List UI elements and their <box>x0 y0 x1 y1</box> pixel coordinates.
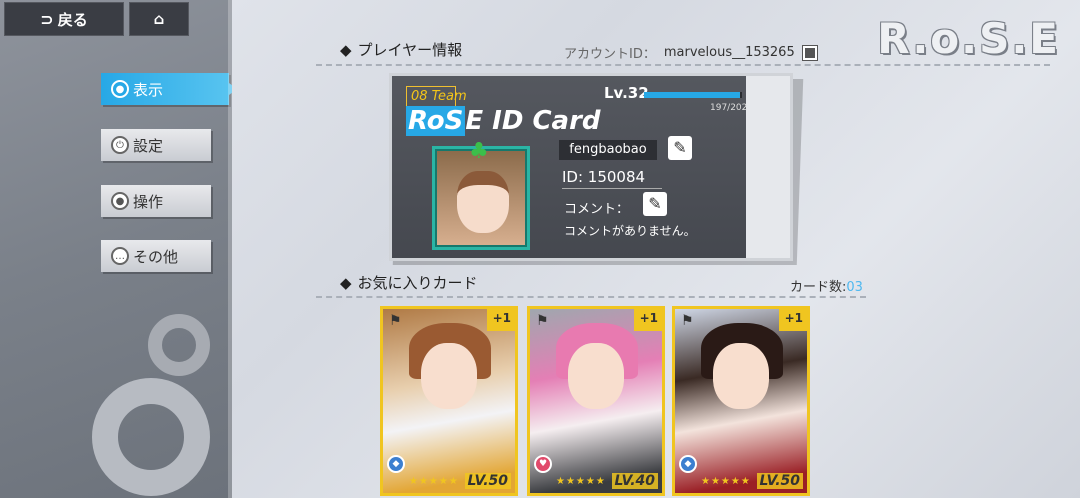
user-circle-icon: ● <box>111 80 129 98</box>
account-id-row: アカウントID： marvelous__153265 <box>564 43 818 62</box>
team-badge: 08 Team <box>406 86 467 108</box>
card-count: カード数:03 <box>790 276 863 295</box>
divider <box>316 64 1050 66</box>
left-panel: ⊃ 戻る ⌂ ● 表示 ⏻ 設定 ● 操作 … その他 <box>0 0 232 498</box>
comment-label: コメント： <box>564 202 630 217</box>
card-plus: +1 <box>487 309 515 331</box>
level-label: Lv.32 <box>604 84 649 102</box>
avatar-portrait <box>457 171 509 233</box>
sidebar-item-controls[interactable]: ● 操作 <box>101 185 211 217</box>
player-name: fengbaobao <box>559 140 657 160</box>
card-count-value: 03 <box>846 280 863 295</box>
comment-text: コメントがありません。 <box>564 224 696 238</box>
card-title-rest: E ID Card <box>465 106 601 136</box>
sidebar-item-other[interactable]: … その他 <box>101 240 211 272</box>
clover-icon: ♣ <box>469 139 489 164</box>
element-icon: ◆ <box>679 455 697 473</box>
home-icon: ⌂ <box>153 10 165 28</box>
exp-bar <box>644 92 742 98</box>
back-button[interactable]: ⊃ 戻る <box>4 2 124 36</box>
element-icon: ◆ <box>387 455 405 473</box>
section-title: お気に入りカード <box>357 274 478 292</box>
card-plus: +1 <box>779 309 807 331</box>
sidebar-item-label: その他 <box>133 247 179 266</box>
card-count-label: カード数: <box>790 280 847 295</box>
avatar[interactable]: ♣ <box>432 141 530 250</box>
copy-icon[interactable] <box>801 44 818 61</box>
card-strip <box>746 76 790 258</box>
card-stars: ★★★★★ <box>556 476 606 487</box>
card-art-face <box>568 343 624 409</box>
sidebar-item-label: 設定 <box>133 136 164 155</box>
card-level: LV.40 <box>611 473 658 489</box>
gear-icon <box>148 314 210 376</box>
divider <box>316 296 866 298</box>
card-plus: +1 <box>634 309 662 331</box>
edit-name-icon[interactable]: ✎ <box>668 136 692 160</box>
diamond-bullet-icon: ◆ <box>340 40 352 59</box>
user-circle-icon: ● <box>111 192 129 210</box>
favorite-cards-header: ◆ お気に入りカード <box>340 272 478 293</box>
exp-value: 197/202 <box>710 103 748 113</box>
favorite-card[interactable]: ⚑ +1 ♥ ★★★★★ LV.40 <box>527 306 665 496</box>
home-button[interactable]: ⌂ <box>129 2 189 36</box>
section-title: プレイヤー情報 <box>357 41 463 59</box>
player-info-header: ◆ プレイヤー情報 <box>340 39 462 60</box>
sidebar-item-settings[interactable]: ⏻ 設定 <box>101 129 211 161</box>
rose-logo: R.o.S.E <box>877 14 1060 63</box>
sidebar-item-label: 表示 <box>133 80 164 99</box>
edit-comment-icon[interactable]: ✎ <box>643 192 667 216</box>
card-level: LV.50 <box>464 473 511 489</box>
flag-icon: ⚑ <box>536 313 549 329</box>
diamond-bullet-icon: ◆ <box>340 273 352 292</box>
card-level: LV.50 <box>756 473 803 489</box>
favorite-card[interactable]: ⚑ +1 ◆ ★★★★★ LV.50 <box>380 306 518 496</box>
power-icon: ⏻ <box>111 136 129 154</box>
sidebar-item-display[interactable]: ● 表示 <box>101 73 232 105</box>
sidebar-item-label: 操作 <box>133 192 164 211</box>
exp-bar-fill <box>644 92 740 98</box>
back-arrow-icon: ⊃ <box>40 9 53 29</box>
card-title: RoSE ID Card <box>406 106 601 136</box>
favorite-card[interactable]: ⚑ +1 ◆ ★★★★★ LV.50 <box>672 306 810 496</box>
account-id-value: marvelous__153265 <box>663 45 795 60</box>
account-id-label: アカウントID： <box>564 47 656 62</box>
id-card: 08 Team RoSE ID Card Lv.32 197/202 ♣ fen… <box>389 73 793 261</box>
card-art-face <box>421 343 477 409</box>
flag-icon: ⚑ <box>681 313 694 329</box>
card-stars: ★★★★★ <box>409 476 459 487</box>
card-stars: ★★★★★ <box>701 476 751 487</box>
back-label: 戻る <box>57 10 88 29</box>
flag-icon: ⚑ <box>389 313 402 329</box>
element-icon: ♥ <box>534 455 552 473</box>
card-art-face <box>713 343 769 409</box>
gear-icon <box>92 378 210 496</box>
player-id: ID: 150084 <box>562 168 662 189</box>
card-title-highlight: RoS <box>406 106 466 136</box>
more-dots-icon: … <box>111 247 129 265</box>
